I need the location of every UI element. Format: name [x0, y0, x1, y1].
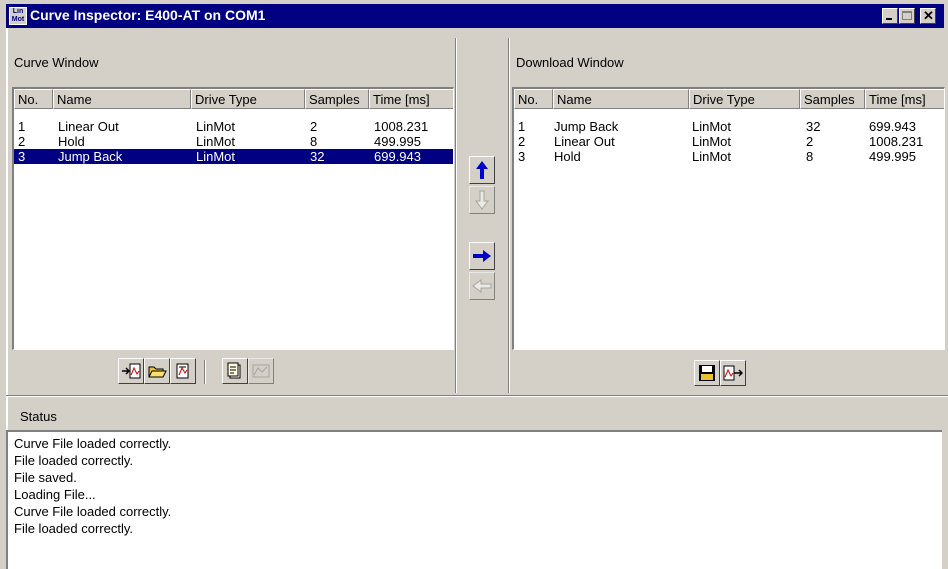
row-name: Hold [554, 149, 581, 164]
row-samples: 2 [310, 119, 318, 134]
app-logo-icon: Lin Mot [9, 7, 27, 25]
save-button[interactable] [694, 360, 720, 386]
row-drive-type: LinMot [196, 134, 236, 149]
move-left-button[interactable] [469, 272, 495, 300]
list-item[interactable]: 3 Hold LinMot 8 499.995 [514, 149, 944, 164]
row-time: 699.943 [374, 149, 421, 164]
curve-window-title: Curve Window [14, 55, 99, 70]
title-bar[interactable]: Lin Mot Curve Inspector: E400-AT on COM1… [6, 4, 944, 28]
row-no: 3 [18, 149, 26, 164]
list-item-selected[interactable]: 3 Jump Back LinMot 32 699.943 [14, 149, 453, 164]
app-logo-text-top: Lin [12, 8, 24, 15]
edit-curve-button[interactable] [222, 358, 248, 384]
log-line: Curve File loaded correctly. [14, 504, 172, 519]
log-line: File loaded correctly. [14, 521, 133, 536]
log-line: File loaded correctly. [14, 453, 133, 468]
floppy-save-icon [699, 365, 715, 381]
row-no: 1 [18, 119, 26, 134]
row-no: 1 [518, 119, 526, 134]
row-time: 1008.231 [374, 119, 429, 134]
col-time[interactable]: Time [ms] [369, 89, 453, 109]
app-logo-text-bottom: Mot [11, 16, 25, 23]
log-line: File saved. [14, 470, 77, 485]
arrow-right-icon [473, 250, 491, 262]
curve-view-icon [252, 364, 270, 378]
col-time[interactable]: Time [ms] [865, 89, 944, 109]
maximize-icon [902, 11, 912, 20]
open-folder-icon [148, 366, 167, 378]
row-name: Jump Back [58, 149, 123, 164]
col-no[interactable]: No. [14, 89, 53, 109]
open-file-button[interactable] [144, 358, 170, 384]
row-samples: 8 [310, 134, 318, 149]
move-right-button[interactable] [469, 242, 495, 270]
row-samples: 32 [310, 149, 325, 164]
col-drive-type[interactable]: Drive Type [689, 89, 800, 109]
curve-view-button[interactable] [248, 358, 274, 384]
row-name: Linear Out [554, 134, 615, 149]
col-name[interactable]: Name [53, 89, 191, 109]
curve-window-list[interactable]: No. Name Drive Type Samples Time [ms] 1 … [12, 87, 454, 350]
list-item[interactable]: 1 Jump Back LinMot 32 699.943 [514, 119, 944, 134]
move-up-button[interactable] [469, 156, 495, 184]
row-no: 2 [18, 134, 26, 149]
download-window-list[interactable]: No. Name Drive Type Samples Time [ms] 1 … [512, 87, 945, 350]
print-icon [176, 363, 189, 379]
row-drive-type: LinMot [692, 149, 732, 164]
row-samples: 2 [806, 134, 814, 149]
row-name: Jump Back [554, 119, 619, 134]
row-drive-type: LinMot [692, 119, 732, 134]
close-icon: ✕ [923, 8, 934, 23]
list-item[interactable]: 1 Linear Out LinMot 2 1008.231 [14, 119, 453, 134]
status-log[interactable]: Curve File loaded correctly. File loaded… [6, 430, 942, 569]
print-button[interactable] [170, 358, 196, 384]
row-drive-type: LinMot [196, 149, 236, 164]
maximize-button[interactable] [899, 8, 915, 24]
row-samples: 8 [806, 149, 814, 164]
minimize-icon [886, 18, 892, 20]
list-item[interactable]: 2 Hold LinMot 8 499.995 [14, 134, 453, 149]
row-time: 1008.231 [869, 134, 924, 149]
row-drive-type: LinMot [196, 119, 236, 134]
row-time: 499.995 [374, 134, 421, 149]
status-separator [6, 395, 948, 397]
edit-curve-icon [227, 362, 241, 379]
panel-divider [508, 38, 510, 393]
export-curve-button[interactable] [720, 360, 746, 386]
col-drive-type[interactable]: Drive Type [191, 89, 305, 109]
row-name: Linear Out [58, 119, 119, 134]
import-curve-button[interactable] [118, 358, 144, 384]
log-line: Curve File loaded correctly. [14, 436, 172, 451]
toolbar-separator [204, 360, 206, 384]
panel-divider [455, 38, 457, 393]
row-name: Hold [58, 134, 85, 149]
log-line: Loading File... [14, 487, 96, 502]
arrow-up-icon [476, 161, 488, 179]
close-button[interactable]: ✕ [920, 8, 936, 24]
download-window-title: Download Window [516, 55, 624, 70]
col-name[interactable]: Name [553, 89, 689, 109]
download-list-header: No. Name Drive Type Samples Time [ms] [514, 89, 944, 109]
row-time: 499.995 [869, 149, 916, 164]
list-item[interactable]: 2 Linear Out LinMot 2 1008.231 [514, 134, 944, 149]
import-curve-icon [122, 363, 141, 379]
col-samples[interactable]: Samples [800, 89, 865, 109]
move-down-button[interactable] [469, 186, 495, 214]
col-samples[interactable]: Samples [305, 89, 369, 109]
minimize-button[interactable] [882, 8, 898, 24]
arrow-down-icon [475, 190, 489, 210]
row-no: 3 [518, 149, 526, 164]
window-title: Curve Inspector: E400-AT on COM1 [30, 7, 266, 23]
col-no[interactable]: No. [514, 89, 553, 109]
row-samples: 32 [806, 119, 821, 134]
curve-list-header: No. Name Drive Type Samples Time [ms] [14, 89, 453, 109]
row-time: 699.943 [869, 119, 916, 134]
export-curve-icon [723, 365, 743, 381]
row-no: 2 [518, 134, 526, 149]
status-title: Status [20, 409, 57, 424]
arrow-left-icon [472, 279, 492, 293]
row-drive-type: LinMot [692, 134, 732, 149]
